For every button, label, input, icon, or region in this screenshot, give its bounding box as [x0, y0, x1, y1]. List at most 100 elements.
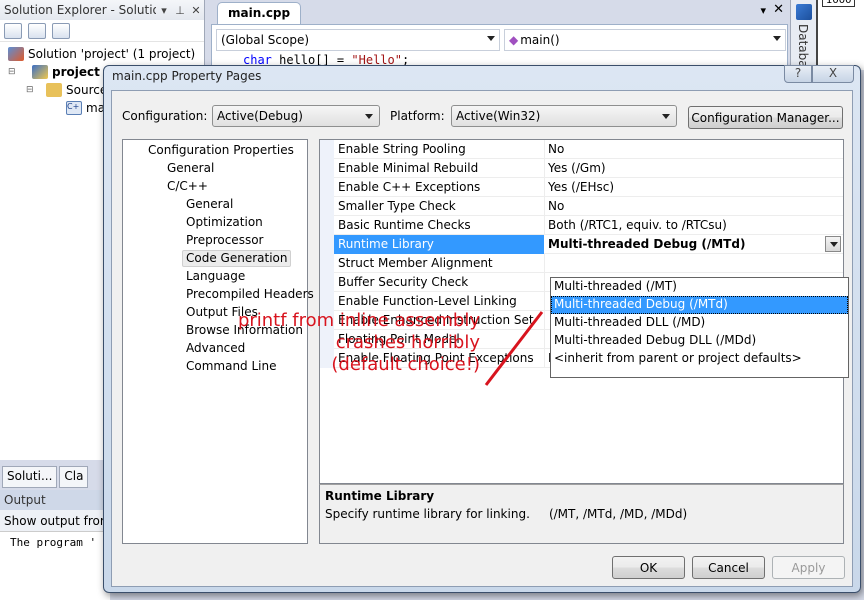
dropdown-option[interactable]: Multi-threaded (/MT): [551, 278, 848, 296]
property-name: Enable Function-Level Linking: [338, 294, 517, 308]
dropdown-option[interactable]: <inherit from parent or project defaults…: [551, 350, 848, 368]
solution-explorer-title: Solution Explorer - Solutio...: [4, 3, 156, 17]
collapse-icon[interactable]: ⊟: [8, 67, 18, 77]
scope-combo[interactable]: (Global Scope): [216, 29, 500, 51]
database-explorer-label: Databa: [796, 24, 810, 68]
configuration-select[interactable]: Active(Debug): [212, 105, 380, 127]
output-text: The program ': [10, 536, 97, 549]
solution-icon: [8, 47, 24, 61]
chevron-down-icon: [365, 114, 373, 119]
property-name: Runtime Library: [338, 237, 434, 251]
ok-button[interactable]: OK: [612, 556, 685, 579]
member-combo[interactable]: ◆ main(): [504, 29, 786, 51]
annotation-line: printf from inline assembly: [237, 310, 480, 331]
project-icon: [32, 65, 48, 79]
solution-explorer-titlebar: Solution Explorer - Solutio... ▾ ⊥ ✕: [0, 0, 204, 20]
property-row[interactable]: Enable Minimal Rebuild Yes (/Gm): [334, 159, 843, 178]
output-title: Output: [0, 490, 110, 510]
configuration-label: Configuration:: [122, 109, 208, 123]
dropdown-option[interactable]: Multi-threaded DLL (/MD): [551, 314, 848, 332]
collapse-icon[interactable]: ⊟: [26, 85, 36, 95]
annotation-line: crashes horribly: [335, 332, 480, 353]
output-source-label: Show output from: [0, 510, 112, 532]
configuration-value: Active(Debug): [217, 109, 303, 123]
method-icon: ◆: [509, 33, 519, 47]
nav-item[interactable]: Language: [186, 268, 245, 285]
property-name: Enable C++ Exceptions: [338, 180, 481, 194]
runtime-library-dropdown-button[interactable]: [825, 236, 841, 252]
tree-item-label: Source: [66, 83, 108, 97]
tab-main-cpp[interactable]: main.cpp: [217, 2, 302, 24]
property-description: Runtime Library Specify runtime library …: [319, 484, 844, 544]
chevron-down-icon: [487, 36, 495, 41]
nav-item[interactable]: C/C++: [167, 178, 208, 195]
close-icon[interactable]: ✕: [773, 2, 784, 17]
solution-explorer-toolbar: [0, 20, 204, 42]
property-name: Struct Member Alignment: [338, 256, 493, 270]
bottom-tabs: Soluti... Cla: [0, 460, 110, 488]
property-name: Basic Runtime Checks: [338, 218, 471, 232]
scope-combo-value: (Global Scope): [221, 33, 310, 47]
property-value: No: [548, 199, 565, 213]
cpp-file-icon: C+: [66, 101, 82, 115]
background-window: 1000: [816, 0, 864, 70]
tab-solution-explorer[interactable]: Soluti...: [2, 466, 58, 488]
code-editor: main.cpp (Global Scope) ◆ main() char he…: [205, 0, 790, 74]
close-button[interactable]: X: [812, 65, 854, 83]
chevron-down-icon: [773, 36, 781, 41]
annotation-line: (default choice!): [331, 354, 480, 375]
property-value: Multi-threaded Debug (/MTd): [548, 237, 746, 251]
tree-item-label: Solution 'project' (1 project): [28, 47, 196, 61]
database-explorer-strip[interactable]: Databa: [790, 0, 816, 70]
nav-item[interactable]: Configuration Properties: [148, 142, 294, 159]
nav-item-selected[interactable]: Code Generation: [182, 250, 292, 267]
platform-label: Platform:: [390, 109, 445, 123]
description-text: Specify runtime library for linking. (/M…: [325, 507, 688, 521]
dropdown-icon[interactable]: ▾: [760, 4, 766, 17]
chevron-down-icon: [662, 114, 670, 119]
nav-item[interactable]: Precompiled Headers: [186, 286, 314, 303]
help-button[interactable]: ?: [784, 65, 812, 83]
nav-item[interactable]: Preprocessor: [186, 232, 263, 249]
pin-icon[interactable]: ⊥: [172, 4, 188, 17]
dialog-title: main.cpp Property Pages: [112, 69, 262, 83]
folder-icon: [46, 83, 62, 97]
database-icon: [796, 4, 812, 20]
member-combo-value: main(): [520, 33, 560, 47]
annotation: printf from inline assembly crashes horr…: [120, 310, 480, 376]
property-value: Yes (/EHsc): [548, 180, 615, 194]
configuration-manager-button[interactable]: Configuration Manager...: [688, 106, 843, 129]
runtime-library-dropdown-list: Multi-threaded (/MT) Multi-threaded Debu…: [550, 277, 849, 378]
tab-class-view[interactable]: Cla: [59, 466, 89, 488]
property-name: Enable Minimal Rebuild: [338, 161, 479, 175]
tree-item-label: project: [52, 65, 100, 79]
show-all-files-button[interactable]: [28, 22, 46, 39]
nav-item[interactable]: Optimization: [186, 214, 263, 231]
close-icon[interactable]: ✕: [188, 4, 204, 17]
cancel-button[interactable]: Cancel: [692, 556, 765, 579]
apply-button[interactable]: Apply: [772, 556, 845, 579]
dropdown-option-selected[interactable]: Multi-threaded Debug (/MTd): [551, 296, 848, 314]
nav-item[interactable]: General: [167, 160, 214, 177]
nav-item[interactable]: General: [186, 196, 233, 213]
view-code-button[interactable]: [52, 22, 70, 39]
tree-item-solution[interactable]: Solution 'project' (1 project): [0, 45, 204, 63]
property-name: Buffer Security Check: [338, 275, 469, 289]
property-row[interactable]: Basic Runtime Checks Both (/RTC1, equiv. …: [334, 216, 843, 235]
property-row-selected[interactable]: Runtime Library Multi-threaded Debug (/MT…: [334, 235, 843, 254]
property-row[interactable]: Struct Member Alignment: [334, 254, 843, 273]
dropdown-icon[interactable]: ▾: [156, 4, 172, 17]
property-row[interactable]: Enable C++ Exceptions Yes (/EHsc): [334, 178, 843, 197]
property-value: Yes (/Gm): [548, 161, 606, 175]
platform-select[interactable]: Active(Win32): [451, 105, 677, 127]
chevron-down-icon: [830, 242, 838, 247]
property-name: Enable String Pooling: [338, 142, 466, 156]
ruler-label: 1000: [822, 0, 856, 7]
description-title: Runtime Library: [325, 489, 435, 503]
property-row[interactable]: Smaller Type Check No: [334, 197, 843, 216]
property-row[interactable]: Enable String Pooling No: [334, 140, 843, 159]
properties-button[interactable]: [4, 22, 22, 39]
dropdown-option[interactable]: Multi-threaded Debug DLL (/MDd): [551, 332, 848, 350]
property-name: Smaller Type Check: [338, 199, 456, 213]
platform-value: Active(Win32): [456, 109, 541, 123]
